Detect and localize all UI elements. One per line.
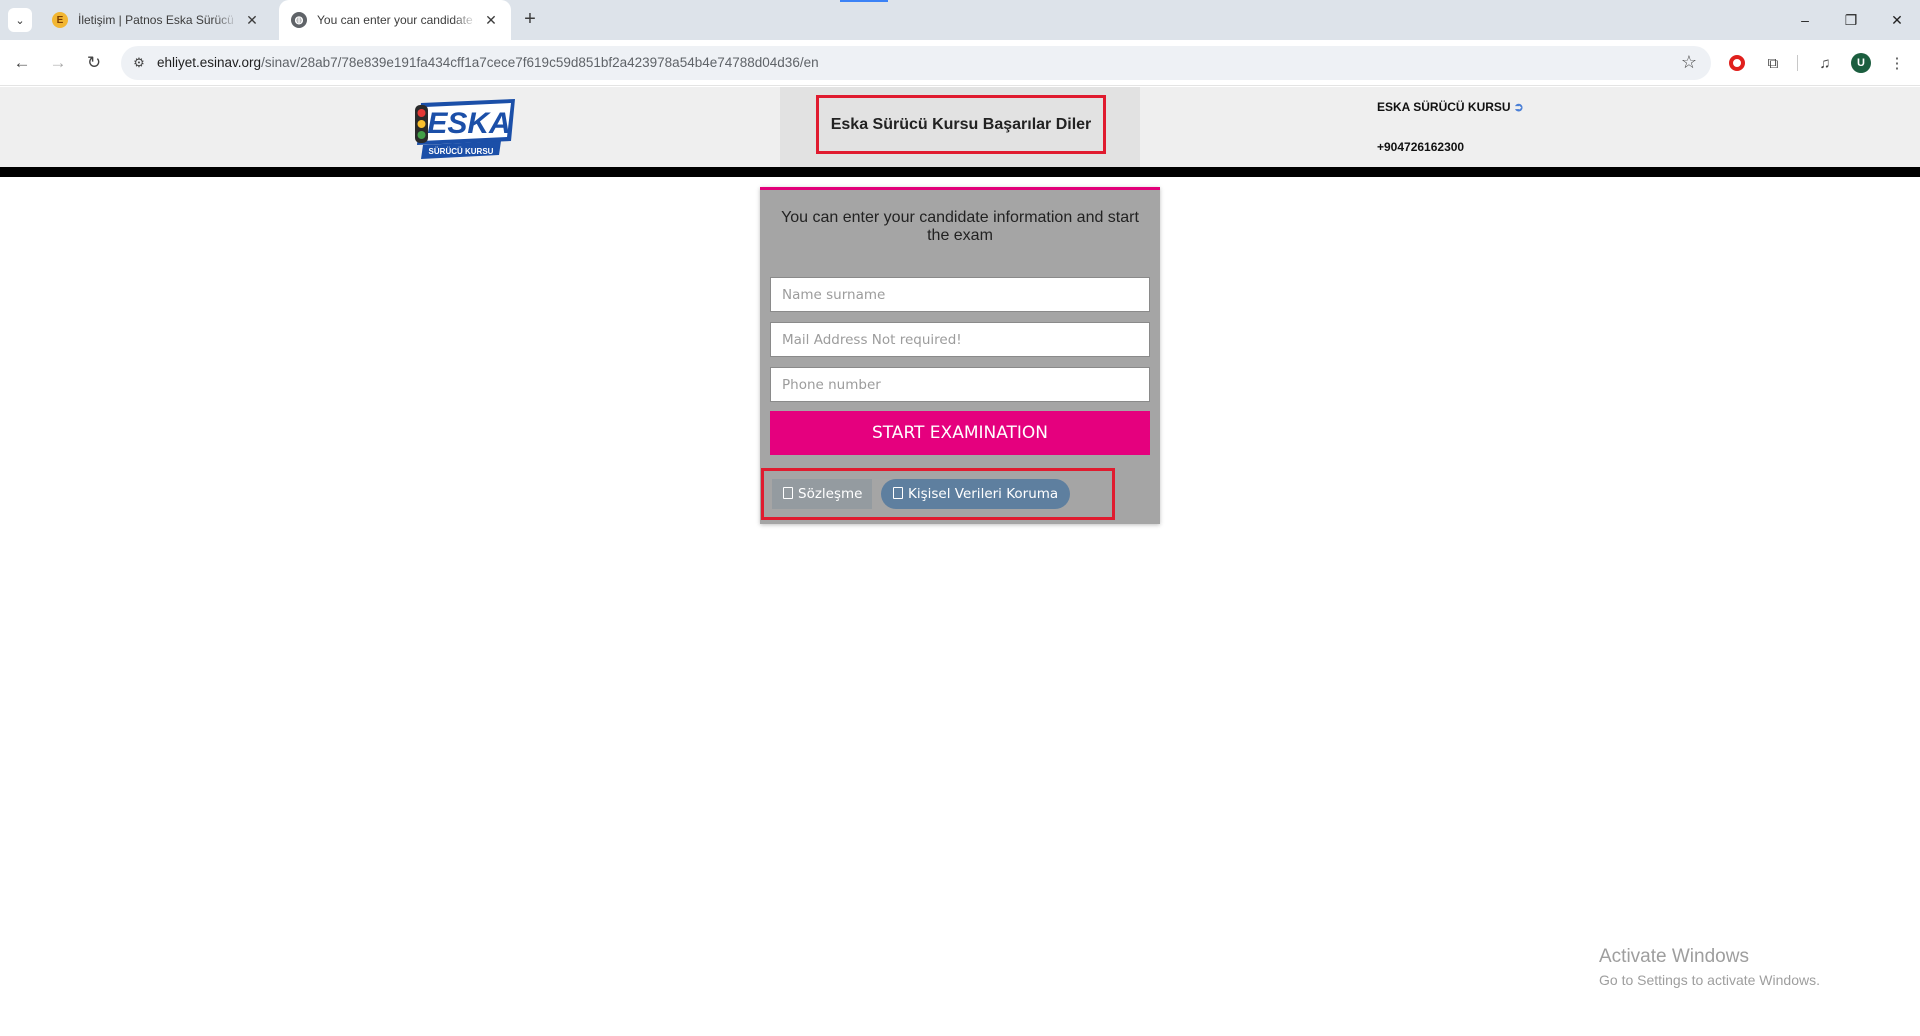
brand-link[interactable]: ESKA SÜRÜCÜ KURSU ➲: [1377, 100, 1524, 114]
browser-toolbar: ← → ↻ ⚙ ehliyet.esinav.org/sinav/28ab7/7…: [0, 40, 1920, 86]
tab-search-chevron-icon[interactable]: ⌄: [8, 8, 32, 32]
tab-iletisim[interactable]: E İletişim | Patnos Eska Sürücü Kursu ✕: [40, 0, 272, 40]
phone-number[interactable]: +904726162300: [1377, 140, 1464, 154]
tab-drag-indicator: [840, 0, 888, 2]
minimize-button[interactable]: –: [1782, 0, 1828, 40]
forward-arrow-icon[interactable]: →: [46, 51, 70, 75]
header-divider: [0, 167, 1920, 177]
url-path: /sinav/28ab7/78e839e191fa434cff1a7cece7f…: [261, 55, 819, 70]
media-control-icon[interactable]: ♫: [1813, 51, 1837, 75]
eska-favicon-icon: E: [52, 12, 68, 28]
opera-extension-icon[interactable]: [1725, 51, 1749, 75]
eska-logo[interactable]: ESKA SÜRÜCÜ KURSU: [411, 95, 519, 161]
new-tab-button[interactable]: +: [519, 9, 541, 31]
activate-windows-subtitle: Go to Settings to activate Windows.: [1599, 972, 1820, 988]
mail-address-input[interactable]: [770, 322, 1150, 357]
document-icon: [893, 487, 903, 499]
address-bar[interactable]: ⚙ ehliyet.esinav.org/sinav/28ab7/78e839e…: [121, 46, 1711, 80]
bookmark-star-icon[interactable]: ☆: [1681, 52, 1697, 73]
site-info-icon[interactable]: ⚙: [129, 53, 149, 73]
window-controls: – ❐ ✕: [1782, 0, 1920, 40]
name-surname-input[interactable]: [770, 277, 1150, 312]
privacy-link-label: Kişisel Verileri Koruma: [908, 486, 1059, 502]
sign-out-icon: ➲: [1513, 100, 1524, 114]
browser-menu-icon[interactable]: ⋮: [1885, 51, 1909, 75]
profile-avatar[interactable]: U: [1849, 51, 1873, 75]
agreement-link-label: Sözleşme: [798, 486, 863, 502]
restore-button[interactable]: ❐: [1828, 0, 1874, 40]
brand-link-label: ESKA SÜRÜCÜ KURSU: [1377, 100, 1511, 114]
reload-icon[interactable]: ↻: [82, 51, 106, 75]
phone-number-input[interactable]: [770, 367, 1150, 402]
globe-icon: ◍: [291, 12, 307, 28]
page-content: ESKA SÜRÜCÜ KURSU Eska Sürücü Kursu Başa…: [0, 87, 1920, 1036]
activate-windows-title: Activate Windows: [1599, 946, 1749, 967]
start-examination-button[interactable]: START EXAMINATION: [770, 411, 1150, 455]
extensions-puzzle-icon[interactable]: ⧉: [1761, 51, 1785, 75]
agreement-link[interactable]: Sözleşme: [772, 479, 873, 509]
close-tab-icon[interactable]: ✕: [483, 12, 499, 28]
site-header: ESKA SÜRÜCÜ KURSU Eska Sürücü Kursu Başa…: [0, 87, 1920, 167]
privacy-link[interactable]: Kişisel Verileri Koruma: [881, 479, 1071, 509]
back-arrow-icon[interactable]: ←: [10, 51, 34, 75]
slogan-highlight-box: Eska Sürücü Kursu Başarılar Diler: [816, 95, 1106, 154]
legal-links-highlight-box: Sözleşme Kişisel Verileri Koruma: [761, 468, 1115, 520]
close-tab-icon[interactable]: ✕: [244, 12, 260, 28]
slogan-text: Eska Sürücü Kursu Başarılar Diler: [830, 115, 1092, 133]
tab-title: You can enter your candidate information…: [317, 13, 477, 27]
document-icon: [783, 487, 793, 499]
form-heading: You can enter your candidate information…: [781, 209, 1139, 244]
logo-subtext: SÜRÜCÜ KURSU: [429, 147, 494, 156]
toolbar-separator: [1797, 55, 1798, 71]
url-text[interactable]: ehliyet.esinav.org/sinav/28ab7/78e839e19…: [157, 55, 819, 70]
candidate-form-card: You can enter your candidate information…: [760, 187, 1160, 524]
tab-exam[interactable]: ◍ You can enter your candidate informati…: [279, 0, 511, 40]
close-window-button[interactable]: ✕: [1874, 0, 1920, 40]
logo-text: ESKA: [427, 107, 510, 140]
tab-strip: ⌄ E İletişim | Patnos Eska Sürücü Kursu …: [0, 0, 1920, 40]
url-host: ehliyet.esinav.org: [157, 55, 262, 70]
tab-title: İletişim | Patnos Eska Sürücü Kursu: [78, 13, 238, 27]
